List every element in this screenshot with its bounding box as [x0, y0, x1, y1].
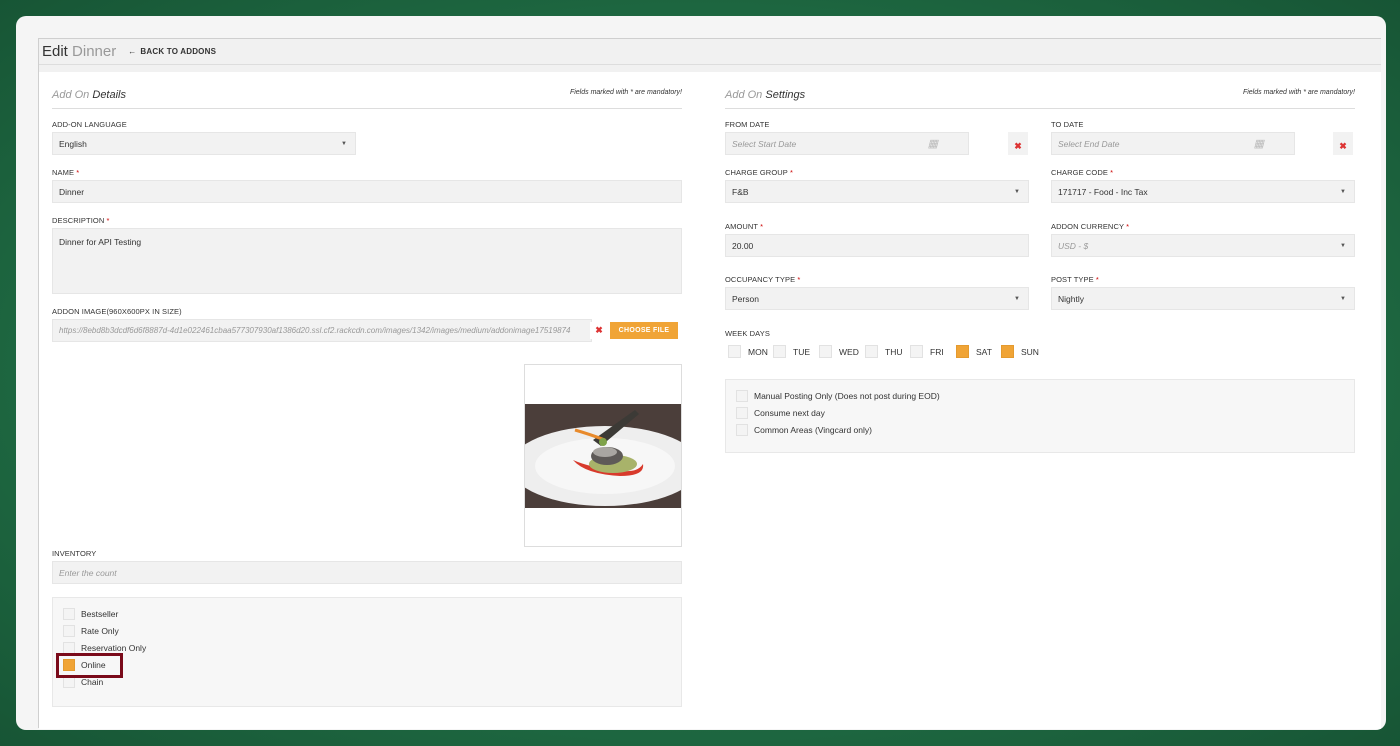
to-date-label: TO DATE: [1051, 120, 1084, 129]
weekday-sun[interactable]: SUN: [1001, 345, 1039, 358]
checkbox[interactable]: [63, 625, 75, 637]
mandatory-note: Fields marked with * are mandatory!: [1242, 89, 1355, 96]
occupancy-label: OCCUPANCY TYPE *: [725, 275, 801, 284]
checkbox[interactable]: [819, 345, 832, 358]
name-label: NAME *: [52, 168, 80, 177]
image-label: ADDON IMAGE(960X600PX IN SIZE): [52, 307, 182, 316]
name-input[interactable]: Dinner: [52, 180, 682, 203]
caret-down-icon: ▼: [1014, 188, 1020, 195]
caret-down-icon: ▼: [1340, 242, 1346, 249]
edit-addon-page: Edit Dinner ← BACK TO ADDONS Add On Detai…: [38, 38, 1381, 729]
settings-section-title: Add On Settings: [725, 89, 806, 101]
amount-input[interactable]: 20.00: [725, 234, 1029, 257]
calendar-grid-icon[interactable]: ▦: [1254, 137, 1264, 150]
amount-label: AMOUNT *: [725, 222, 764, 231]
weekday-tue[interactable]: TUE: [773, 345, 810, 358]
checkbox[interactable]: [773, 345, 786, 358]
addon-image-preview: [524, 364, 682, 547]
checkbox[interactable]: [910, 345, 923, 358]
language-label: ADD-ON LANGUAGE: [52, 120, 127, 129]
flags-box: Bestseller Rate Only Reservation Only On…: [52, 597, 682, 707]
back-to-addons-link[interactable]: ← BACK TO ADDONS: [128, 47, 216, 56]
calendar-grid-icon[interactable]: ▦: [928, 137, 938, 150]
option-manual-posting[interactable]: Manual Posting Only (Does not post durin…: [736, 390, 940, 402]
caret-down-icon: ▼: [1340, 295, 1346, 302]
clear-image-icon[interactable]: ✖: [590, 322, 608, 339]
weekday-fri[interactable]: FRI: [910, 345, 944, 358]
checkbox[interactable]: [865, 345, 878, 358]
weekday-sat[interactable]: SAT: [956, 345, 992, 358]
settings-section-header: Add On Settings Fields marked with * are…: [725, 89, 1355, 109]
arrow-left-icon: ←: [128, 47, 137, 56]
image-url-input[interactable]: https://8ebd8b3dcdf6d6f8887d-4d1e022461c…: [52, 319, 592, 342]
option-common-areas[interactable]: Common Areas (Vingcard only): [736, 424, 872, 436]
checkbox-checked[interactable]: [1001, 345, 1014, 358]
currency-select[interactable]: USD - $ ▼: [1051, 234, 1355, 257]
checkbox-checked[interactable]: [956, 345, 969, 358]
mandatory-note: Fields marked with * are mandatory!: [569, 89, 682, 96]
charge-code-select[interactable]: 171717 - Food - Inc Tax ▼: [1051, 180, 1355, 203]
inventory-input[interactable]: Enter the count: [52, 561, 682, 584]
from-date-input[interactable]: Select Start Date ▦: [725, 132, 969, 155]
clear-to-date-icon[interactable]: ✖: [1333, 132, 1353, 155]
description-label: DESCRIPTION *: [52, 216, 110, 225]
week-days-label: WEEK DAYS: [725, 329, 770, 338]
flag-rate-only[interactable]: Rate Only: [63, 625, 119, 637]
charge-code-label: CHARGE CODE *: [1051, 168, 1114, 177]
post-type-select[interactable]: Nightly ▼: [1051, 287, 1355, 310]
occupancy-select[interactable]: Person ▼: [725, 287, 1029, 310]
checkbox[interactable]: [728, 345, 741, 358]
from-date-label: FROM DATE: [725, 120, 770, 129]
weekday-mon[interactable]: MON: [728, 345, 768, 358]
caret-down-icon: ▼: [341, 140, 347, 147]
charge-group-label: CHARGE GROUP *: [725, 168, 793, 177]
weekday-thu[interactable]: THU: [865, 345, 902, 358]
details-section-title: Add On Details: [52, 89, 126, 101]
inventory-label: INVENTORY: [52, 549, 97, 558]
checkbox[interactable]: [736, 390, 748, 402]
online-highlight-box: [56, 653, 123, 678]
post-type-label: POST TYPE *: [1051, 275, 1099, 284]
option-consume-next-day[interactable]: Consume next day: [736, 407, 825, 419]
page-header: Edit Dinner ← BACK TO ADDONS: [39, 39, 1381, 65]
page-title: Edit Dinner: [42, 43, 117, 60]
choose-file-button[interactable]: CHOOSE FILE: [610, 322, 678, 339]
flag-bestseller[interactable]: Bestseller: [63, 608, 118, 620]
checkbox[interactable]: [736, 424, 748, 436]
to-date-input[interactable]: Select End Date ▦: [1051, 132, 1295, 155]
weekday-wed[interactable]: WED: [819, 345, 859, 358]
caret-down-icon: ▼: [1014, 295, 1020, 302]
checkbox[interactable]: [63, 608, 75, 620]
posting-options-box: Manual Posting Only (Does not post durin…: [725, 379, 1355, 453]
charge-group-select[interactable]: F&B ▼: [725, 180, 1029, 203]
currency-label: ADDON CURRENCY *: [1051, 222, 1130, 231]
window-card: Edit Dinner ← BACK TO ADDONS Add On Detai…: [16, 16, 1386, 730]
language-select[interactable]: English ▼: [52, 132, 356, 155]
form-panel: Add On Details Fields marked with * are …: [39, 72, 1381, 729]
dinner-photo: [525, 404, 681, 508]
clear-from-date-icon[interactable]: ✖: [1008, 132, 1028, 155]
description-textarea[interactable]: Dinner for API Testing: [52, 228, 682, 294]
checkbox[interactable]: [736, 407, 748, 419]
caret-down-icon: ▼: [1340, 188, 1346, 195]
details-section-header: Add On Details Fields marked with * are …: [52, 89, 682, 109]
